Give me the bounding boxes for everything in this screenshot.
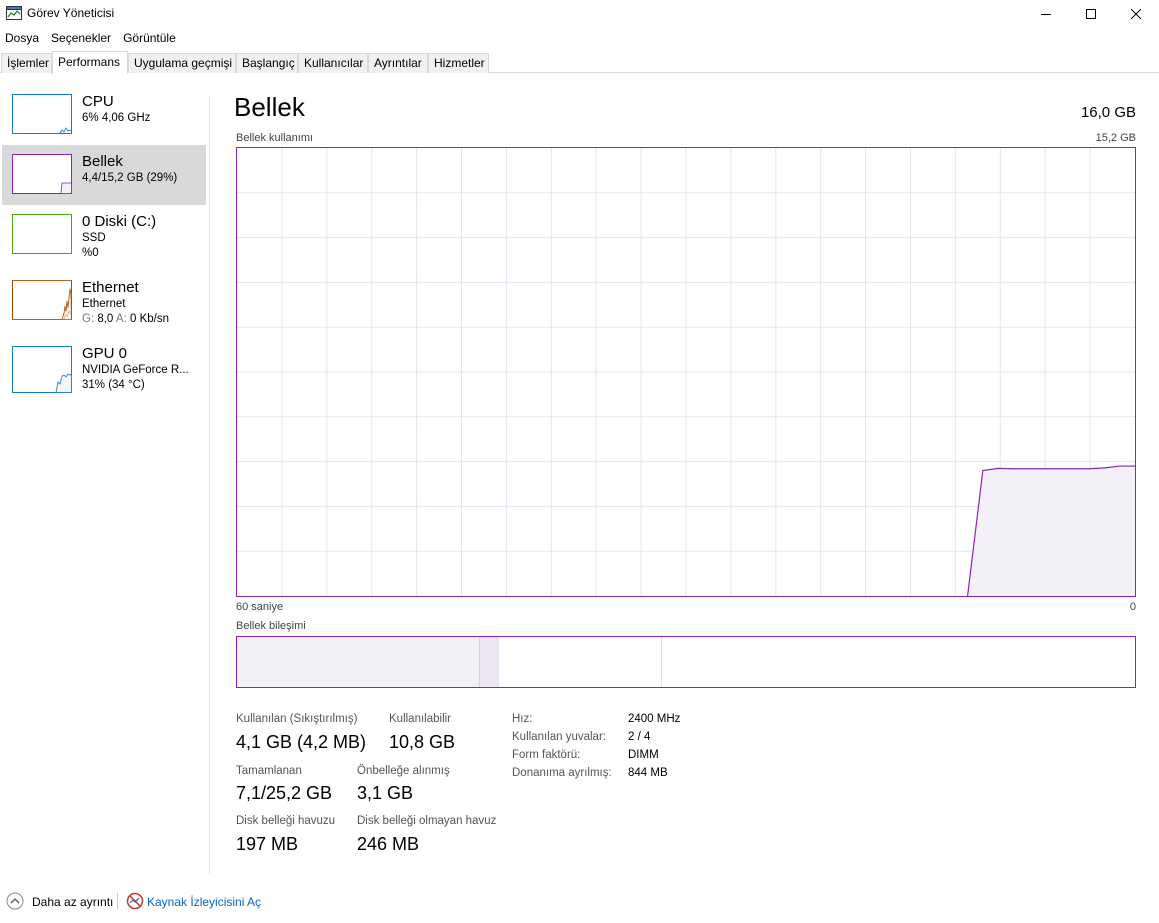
maximize-button[interactable] (1068, 0, 1114, 27)
open-resource-monitor-link[interactable]: Kaynak İzleyicisini Aç (147, 895, 261, 909)
sidebar-divider (209, 96, 210, 874)
window-title: Görev Yöneticisi (27, 6, 115, 20)
in-use-value: 4,1 GB (4,2 MB) (236, 732, 367, 752)
available-value: 10,8 GB (389, 732, 456, 752)
sidebar-ethernet-title: Ethernet (82, 279, 139, 296)
sidebar-item-disk[interactable]: 0 Diski (C:) SSD %0 (2, 205, 206, 265)
menu-view[interactable]: Görüntüle (118, 28, 183, 48)
tab-services[interactable]: Hizmetler (428, 53, 489, 73)
sidebar-disk-usage: %0 (82, 247, 99, 259)
tab-performance[interactable]: Performans (52, 51, 128, 74)
disk-thumbnail (12, 214, 72, 254)
chevron-up-icon[interactable] (6, 892, 24, 910)
memory-usage-graph (236, 147, 1136, 597)
sidebar-gpu-usage: 31% (34 °C) (82, 379, 145, 391)
sidebar-memory-detail: 4,4/15,2 GB (29%) (82, 172, 178, 184)
ethernet-thumbnail (12, 280, 72, 320)
ethernet-recv-label: A: (115, 313, 127, 325)
paged-pool-label: Disk belleği havuzu (236, 815, 336, 827)
slots-label: Kullanılan yuvalar: (512, 731, 606, 743)
committed-value: 7,1/25,2 GB (236, 783, 333, 803)
minimize-button[interactable] (1023, 0, 1069, 27)
menu-bar: Dosya Seçenekler Görüntüle (0, 28, 183, 48)
sidebar-item-ethernet[interactable]: Ethernet Ethernet G: 8,0 A: 0 Kb/sn (2, 273, 206, 333)
hardware-reserved-label: Donanıma ayrılmış: (512, 767, 612, 779)
time-axis-end: 0 (1129, 601, 1136, 613)
total-memory: 16,0 GB (1080, 104, 1136, 121)
title-bar: Görev Yöneticisi (0, 0, 1159, 27)
maximize-icon (1086, 8, 1096, 19)
tab-bar: İşlemler Performans Uygulama geçmişi Baş… (0, 51, 1159, 74)
nonpaged-pool-value: 246 MB (357, 834, 420, 854)
minimize-icon (1041, 13, 1051, 15)
sidebar-ethernet-throughput: G: 8,0 A: 0 Kb/sn (82, 313, 169, 325)
nonpaged-pool-label: Disk belleği olmayan havuz (357, 815, 497, 827)
composition-label: Bellek bileşimi (236, 620, 306, 632)
memory-composition-bar (236, 636, 1136, 688)
menu-options[interactable]: Seçenekler (46, 28, 118, 48)
sidebar-ethernet-adapter: Ethernet (82, 298, 126, 310)
memory-usage-area (967, 466, 1135, 596)
cached-value: 3,1 GB (357, 783, 414, 803)
time-axis-start: 60 saniye (236, 601, 284, 613)
menu-file[interactable]: Dosya (0, 28, 46, 48)
ethernet-send-value: 8,0 (97, 313, 114, 325)
sidebar-cpu-detail: 6% 4,06 GHz (82, 112, 151, 124)
ethernet-send-label: G: (82, 313, 95, 325)
slots-value: 2 / 4 (628, 731, 651, 743)
sidebar-memory-title: Bellek (82, 153, 123, 170)
sidebar-disk-title: 0 Diski (C:) (82, 213, 157, 230)
form-factor-value: DIMM (628, 749, 659, 761)
close-button[interactable] (1113, 0, 1159, 27)
less-details-button[interactable]: Daha az ayrıntı (32, 895, 113, 909)
hardware-reserved-value: 844 MB (628, 767, 668, 779)
sidebar-item-gpu[interactable]: GPU 0 NVIDIA GeForce R... 31% (34 °C) (2, 339, 206, 399)
ethernet-recv-value: 0 Kb/sn (129, 313, 169, 325)
sidebar-gpu-model: NVIDIA GeForce R... (82, 364, 189, 376)
tab-app-history[interactable]: Uygulama geçmişi (128, 53, 236, 73)
speed-label: Hız: (512, 713, 533, 725)
tab-details[interactable]: Ayrıntılar (368, 53, 428, 73)
sidebar-gpu-title: GPU 0 (82, 345, 128, 362)
tab-startup[interactable]: Başlangıç (236, 53, 298, 73)
sidebar-item-memory[interactable]: Bellek 4,4/15,2 GB (29%) (2, 145, 206, 205)
gpu-thumbnail (12, 346, 72, 393)
composition-in-use (237, 637, 480, 687)
composition-free (662, 637, 1135, 687)
committed-label: Tamamlanan (236, 765, 302, 777)
cpu-thumbnail (12, 94, 72, 134)
sidebar-disk-type: SSD (82, 232, 106, 244)
usage-graph-max: 15,2 GB (1095, 132, 1136, 144)
paged-pool-value: 197 MB (236, 834, 299, 854)
available-label: Kullanılabilir (389, 713, 452, 725)
sidebar-cpu-title: CPU (82, 93, 114, 110)
resource-monitor-icon (126, 892, 144, 910)
composition-modified (479, 637, 499, 687)
in-use-label: Kullanılan (Sıkıştırılmış) (236, 713, 358, 725)
form-factor-label: Form faktörü: (512, 749, 581, 761)
footer-separator (117, 893, 118, 909)
tab-processes[interactable]: İşlemler (1, 53, 52, 73)
sidebar-item-cpu[interactable]: CPU 6% 4,06 GHz (2, 88, 206, 148)
speed-value: 2400 MHz (628, 713, 681, 725)
cached-label: Önbelleğe alınmış (357, 765, 450, 777)
composition-standby (498, 637, 663, 687)
tab-users[interactable]: Kullanıcılar (298, 53, 368, 73)
close-icon (1131, 8, 1141, 19)
usage-graph-label: Bellek kullanımı (236, 132, 314, 144)
memory-thumbnail (12, 154, 72, 194)
page-title: Bellek (234, 92, 305, 122)
footer: Daha az ayrıntı Kaynak İzleyicisini Aç (0, 888, 1159, 916)
task-manager-icon (6, 6, 22, 20)
